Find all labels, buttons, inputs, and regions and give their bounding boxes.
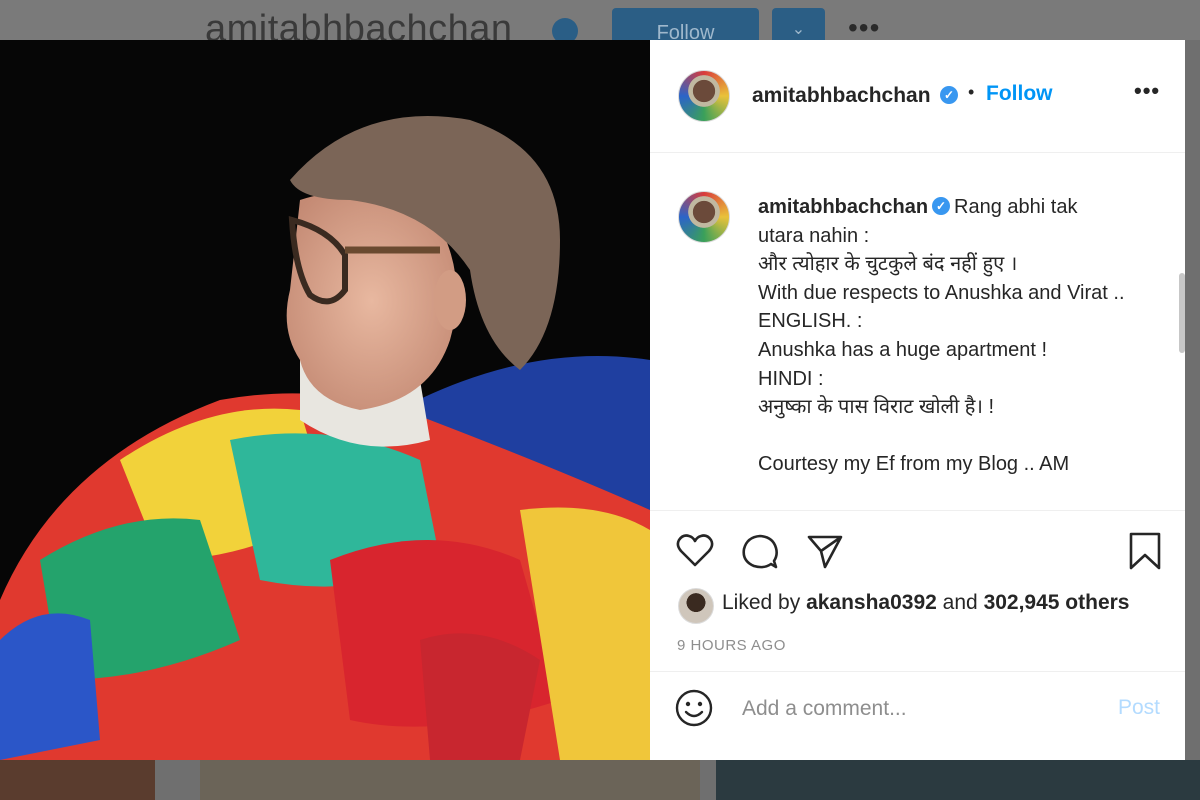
heart-icon[interactable] [675, 531, 715, 571]
background-grid-tile [200, 760, 700, 800]
likes-prefix: Liked by [722, 591, 807, 614]
comment-input[interactable] [740, 692, 1104, 726]
background-grid-tile [0, 760, 155, 800]
post-actions: Liked by akansha0392 and 302,945 others … [650, 510, 1185, 743]
likes-middle: and [936, 591, 984, 614]
caption-avatar[interactable] [678, 191, 730, 243]
bookmark-icon[interactable] [1125, 531, 1165, 571]
caption-text: Rang abhi tak utara nahin : और त्योहार क… [758, 196, 1125, 476]
post-photo[interactable] [0, 40, 650, 760]
post-detail-panel: amitabhbachchan ✓ • Follow ••• amitabhba… [650, 40, 1185, 760]
header-separator: • [968, 82, 975, 102]
comment-bar: Post [650, 671, 1185, 744]
comment-icon[interactable] [740, 531, 780, 571]
post-header: amitabhbachchan ✓ • Follow ••• [650, 40, 1185, 153]
likes-user[interactable]: akansha0392 [806, 591, 937, 614]
avatar[interactable] [678, 70, 730, 122]
more-options-icon[interactable]: ••• [1134, 78, 1160, 104]
likes-count[interactable]: 302,945 others [984, 591, 1130, 614]
post-comment-button[interactable]: Post [1118, 696, 1160, 720]
caption-username[interactable]: amitabhbachchan [758, 196, 928, 218]
caption-verified-badge-icon: ✓ [932, 196, 951, 215]
emoji-icon[interactable] [674, 688, 714, 728]
verified-badge-icon: ✓ [940, 86, 958, 104]
background-header [0, 0, 1200, 40]
share-icon[interactable] [805, 531, 845, 571]
likes-summary: Liked by akansha0392 and 302,945 others [722, 591, 1130, 615]
post-image [0, 40, 650, 760]
post-timestamp[interactable]: 9 HOURS AGO [677, 637, 786, 654]
caption-area: amitabhbachchan ✓ Rang abhi tak utara nahi… [650, 153, 1185, 510]
liked-by-avatar[interactable] [678, 588, 714, 624]
caption-scrollbar[interactable] [1179, 273, 1185, 353]
post-author-username[interactable]: amitabhbachchan [752, 84, 931, 108]
follow-button[interactable]: Follow [986, 82, 1053, 106]
background-grid-tile [716, 760, 1200, 800]
caption: amitabhbachchan ✓ Rang abhi tak utara nahi… [758, 193, 1128, 479]
